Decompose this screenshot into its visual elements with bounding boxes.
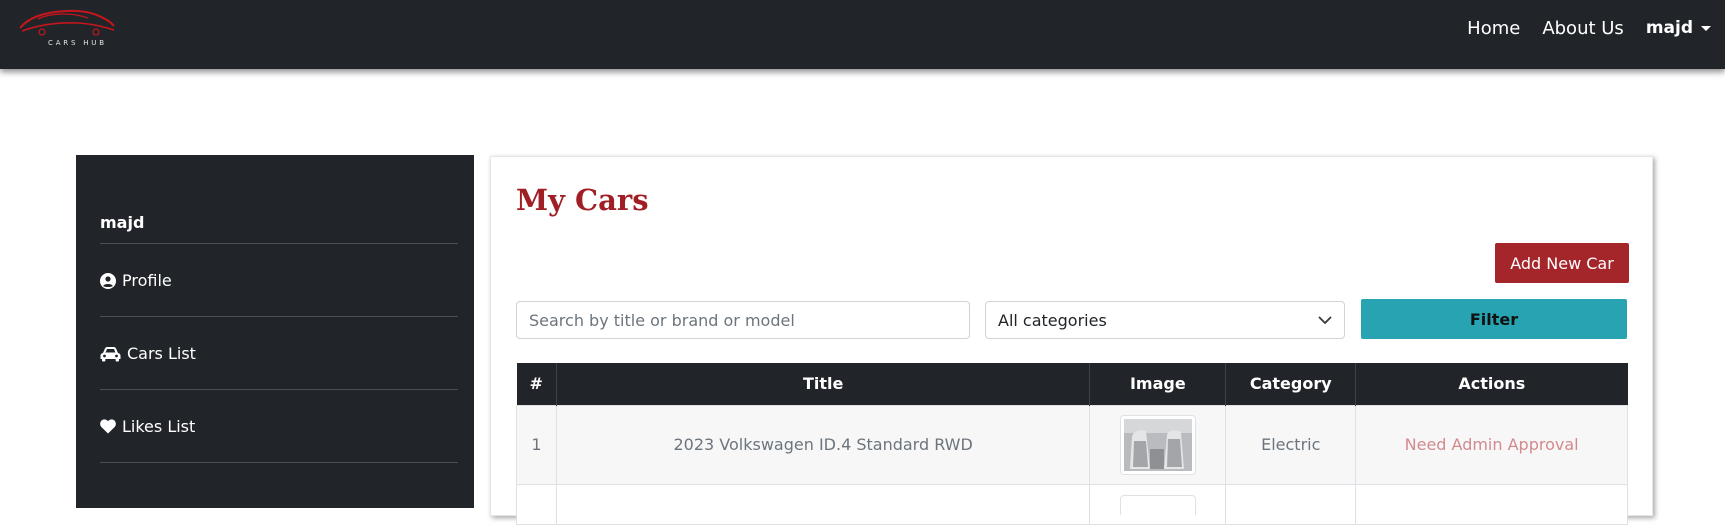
table-header-row: # Title Image Category Actions	[516, 363, 1628, 405]
brand-text: CARS HUB	[48, 39, 107, 47]
top-navbar: CARS HUB Home About Us majd	[0, 0, 1725, 69]
status-badge: Need Admin Approval	[1404, 435, 1579, 454]
my-cars-card: My Cars Add New Car All categories Filte…	[490, 156, 1653, 525]
table-row	[516, 483, 1628, 525]
chevron-down-icon	[1318, 316, 1332, 324]
col-header-category: Category	[1225, 363, 1356, 405]
row-title	[555, 483, 1091, 525]
sidebar-item-likes-list[interactable]: Likes List	[100, 417, 195, 436]
row-image-cell	[1089, 404, 1227, 485]
col-header-image: Image	[1089, 363, 1226, 405]
row-actions-cell: Need Admin Approval	[1355, 404, 1628, 485]
row-title: 2023 Volkswagen ID.4 Standard RWD	[555, 404, 1091, 485]
filter-button[interactable]: Filter	[1361, 299, 1627, 339]
page-title: My Cars	[516, 183, 649, 217]
car-silhouette-icon	[19, 9, 115, 36]
col-header-actions: Actions	[1355, 363, 1628, 405]
car-icon	[100, 346, 121, 361]
category-select-value: All categories	[998, 310, 1107, 330]
cars-hub-logo[interactable]: CARS HUB	[16, 4, 118, 47]
sidebar-item-label: Profile	[122, 271, 172, 290]
row-category	[1225, 483, 1357, 525]
sidebar-divider	[100, 316, 458, 317]
caret-down-icon	[1701, 25, 1711, 31]
user-dropdown[interactable]: majd	[1646, 18, 1711, 38]
sidebar-item-profile[interactable]: Profile	[100, 271, 172, 290]
sidebar-divider	[100, 243, 458, 244]
sidebar-username: majd	[100, 213, 145, 232]
sidebar-divider	[100, 389, 458, 390]
sidebar-item-label: Cars List	[127, 344, 196, 363]
heart-icon	[100, 419, 116, 434]
nav-about-link[interactable]: About Us	[1542, 18, 1624, 39]
add-new-car-button[interactable]: Add New Car	[1495, 243, 1629, 283]
category-select[interactable]: All categories	[985, 301, 1345, 339]
sidebar-divider	[100, 462, 458, 463]
search-input[interactable]	[516, 301, 970, 339]
sidebar-item-label: Likes List	[122, 417, 196, 436]
row-image-cell	[1089, 483, 1227, 525]
nav-home-link[interactable]: Home	[1467, 18, 1520, 39]
row-number: 1	[516, 404, 557, 485]
row-actions-cell	[1355, 483, 1628, 525]
cars-table: # Title Image Category Actions 1 2023 Vo…	[516, 363, 1628, 525]
car-thumbnail[interactable]	[1119, 494, 1196, 515]
row-category: Electric	[1225, 404, 1357, 485]
row-number	[516, 483, 557, 525]
sidebar: majd Profile Cars List Likes List	[76, 155, 474, 508]
col-header-number: #	[516, 363, 557, 405]
sidebar-item-cars-list[interactable]: Cars List	[100, 344, 196, 363]
col-header-title: Title	[555, 363, 1090, 405]
car-thumbnail[interactable]	[1119, 414, 1196, 475]
user-name: majd	[1645, 18, 1693, 38]
table-row: 1 2023 Volkswagen ID.4 Standard RWD Elec…	[516, 404, 1628, 485]
user-circle-icon	[100, 272, 116, 289]
car-interior-image	[1123, 418, 1192, 471]
nav-links: Home About Us majd	[1445, 0, 1725, 56]
